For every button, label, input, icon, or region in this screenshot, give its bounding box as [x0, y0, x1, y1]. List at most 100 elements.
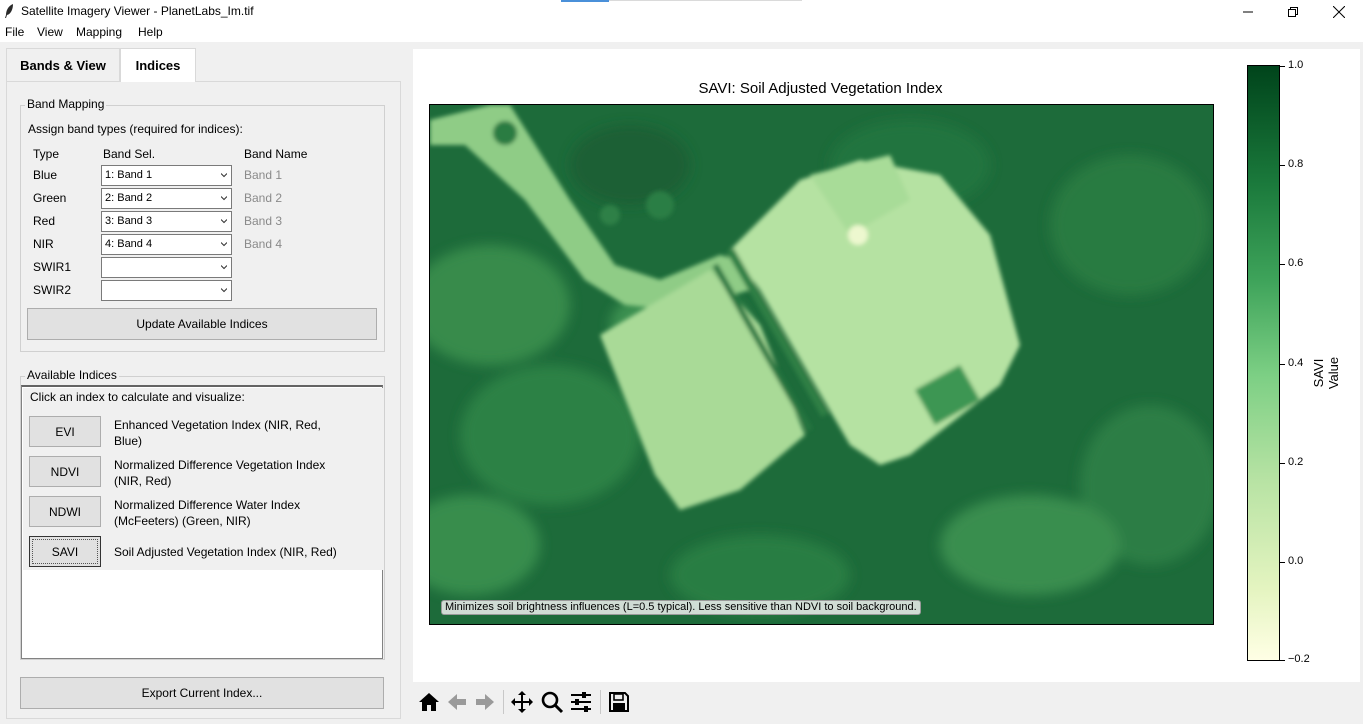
band-name-green: Band 2	[244, 191, 283, 205]
index-desc-line: (NIR, Red)	[114, 474, 172, 488]
restore-icon	[1288, 7, 1298, 17]
menu-help[interactable]: Help	[138, 25, 163, 39]
savi-image[interactable]	[429, 104, 1214, 625]
configure-subplots-icon	[571, 692, 591, 712]
colorbar-tick-label: 1.0	[1288, 59, 1304, 71]
pan-button[interactable]	[509, 689, 535, 715]
back-icon	[448, 694, 466, 710]
maximize-button[interactable]	[1270, 0, 1316, 24]
index-button-ndwi[interactable]: NDWI	[29, 496, 101, 527]
zoom-button[interactable]	[539, 689, 565, 715]
band-select-green[interactable]: 2: Band 2	[101, 188, 232, 209]
band-name-nir: Band 4	[244, 237, 283, 251]
index-desc-line: (McFeeters) (Green, NIR)	[114, 514, 251, 528]
row-type-red: Red	[33, 214, 56, 228]
index-desc-line: Normalized Difference Vegetation Index	[114, 458, 326, 472]
savi-raster	[430, 105, 1213, 624]
row-type-green: Green	[33, 191, 67, 205]
index-button-evi[interactable]: EVI	[29, 416, 101, 447]
pan-icon	[511, 691, 533, 713]
forward-button[interactable]	[472, 689, 498, 715]
row-type-nir: NIR	[33, 237, 54, 251]
colorbar	[1247, 65, 1280, 661]
band-name-red: Band 3	[244, 214, 283, 228]
row-type-swir2: SWIR2	[33, 283, 72, 297]
chevron-down-icon	[221, 173, 227, 178]
save-button[interactable]	[606, 689, 632, 715]
header-band-sel: Band Sel.	[103, 147, 156, 161]
forward-icon	[476, 694, 494, 710]
menu-mapping[interactable]: Mapping	[76, 25, 122, 39]
menu-view[interactable]: View	[37, 25, 63, 39]
colorbar-tick	[1280, 660, 1285, 661]
indices-instruction: Click an index to calculate and visualiz…	[30, 390, 245, 404]
colorbar-tick	[1280, 165, 1285, 166]
close-icon	[1333, 6, 1345, 18]
band-mapping-title: Band Mapping	[25, 97, 107, 111]
row-type-blue: Blue	[33, 168, 58, 182]
colorbar-tick-label: −0.2	[1288, 653, 1310, 665]
export-button[interactable]: Export Current Index...	[20, 677, 384, 709]
index-desc-line: Normalized Difference Water Index	[114, 498, 301, 512]
minimize-button[interactable]	[1225, 0, 1271, 24]
tab-indices[interactable]: Indices	[120, 48, 196, 82]
band-select-value: 4: Band 4	[105, 238, 153, 250]
update-indices-button[interactable]: Update Available Indices	[27, 308, 377, 340]
band-select-value: 2: Band 2	[105, 192, 153, 204]
colorbar-tick	[1280, 66, 1285, 67]
colorbar-tick	[1280, 463, 1285, 464]
save-icon	[609, 692, 629, 712]
zoom-icon	[541, 691, 564, 714]
close-button[interactable]	[1316, 0, 1362, 24]
band-select-nir[interactable]: 4: Band 4	[101, 234, 232, 255]
row-type-swir1: SWIR1	[33, 260, 72, 274]
home-button[interactable]	[416, 689, 442, 715]
tab-bands-view[interactable]: Bands & View	[6, 48, 120, 81]
band-select-swir2[interactable]	[101, 280, 232, 301]
header-band-name: Band Name	[244, 147, 308, 161]
chevron-down-icon	[221, 196, 227, 201]
header-type: Type	[33, 147, 60, 161]
feather-icon	[5, 4, 13, 18]
colorbar-tick	[1280, 562, 1285, 563]
minimize-icon	[1243, 11, 1253, 13]
colorbar-axis-label: SAVI Value	[1311, 356, 1341, 390]
colorbar-tick-label: 0.0	[1288, 555, 1304, 567]
index-desc-line: Enhanced Vegetation Index (NIR, Red,	[114, 418, 321, 432]
menu-bar	[0, 24, 1363, 42]
configure-subplots-button[interactable]	[568, 689, 594, 715]
menu-file[interactable]: File	[5, 25, 24, 39]
home-icon	[419, 693, 439, 711]
chevron-down-icon	[221, 288, 227, 293]
band-mapping-instruction: Assign band types (required for indices)…	[28, 122, 243, 136]
band-select-value: 3: Band 3	[105, 215, 153, 227]
title-accent-line	[561, 0, 609, 2]
available-indices-title: Available Indices	[25, 368, 119, 382]
band-name-blue: Band 1	[244, 168, 283, 182]
colorbar-tick-label: 0.8	[1288, 158, 1304, 170]
chevron-down-icon	[221, 219, 227, 224]
title-accent-line-2	[609, 0, 802, 1]
back-button[interactable]	[444, 689, 470, 715]
colorbar-tick-label: 0.2	[1288, 456, 1304, 468]
chevron-down-icon	[221, 242, 227, 247]
index-desc-ndwi: Normalized Difference Water Index (McFeet…	[114, 497, 300, 529]
index-caption: Minimizes soil brightness influences (L=…	[441, 600, 921, 615]
plot-title: SAVI: Soil Adjusted Vegetation Index	[698, 80, 943, 97]
index-button-savi[interactable]: SAVI	[29, 536, 101, 567]
colorbar-tick	[1280, 364, 1285, 365]
band-select-value: 1: Band 1	[105, 169, 153, 181]
index-desc-line: Blue)	[114, 434, 143, 448]
toolbar-separator	[503, 690, 504, 714]
band-select-blue[interactable]: 1: Band 1	[101, 165, 232, 186]
chevron-down-icon	[221, 265, 227, 270]
index-button-ndvi[interactable]: NDVI	[29, 456, 101, 487]
window-title: Satellite Imagery Viewer - PlanetLabs_Im…	[21, 4, 254, 18]
band-select-swir1[interactable]	[101, 257, 232, 278]
colorbar-tick-label: 0.4	[1288, 357, 1304, 369]
band-select-red[interactable]: 3: Band 3	[101, 211, 232, 232]
index-desc-savi: Soil Adjusted Vegetation Index (NIR, Red…	[114, 545, 337, 559]
toolbar-separator	[600, 690, 601, 714]
colorbar-tick	[1280, 264, 1285, 265]
colorbar-tick-label: 0.6	[1288, 257, 1304, 269]
